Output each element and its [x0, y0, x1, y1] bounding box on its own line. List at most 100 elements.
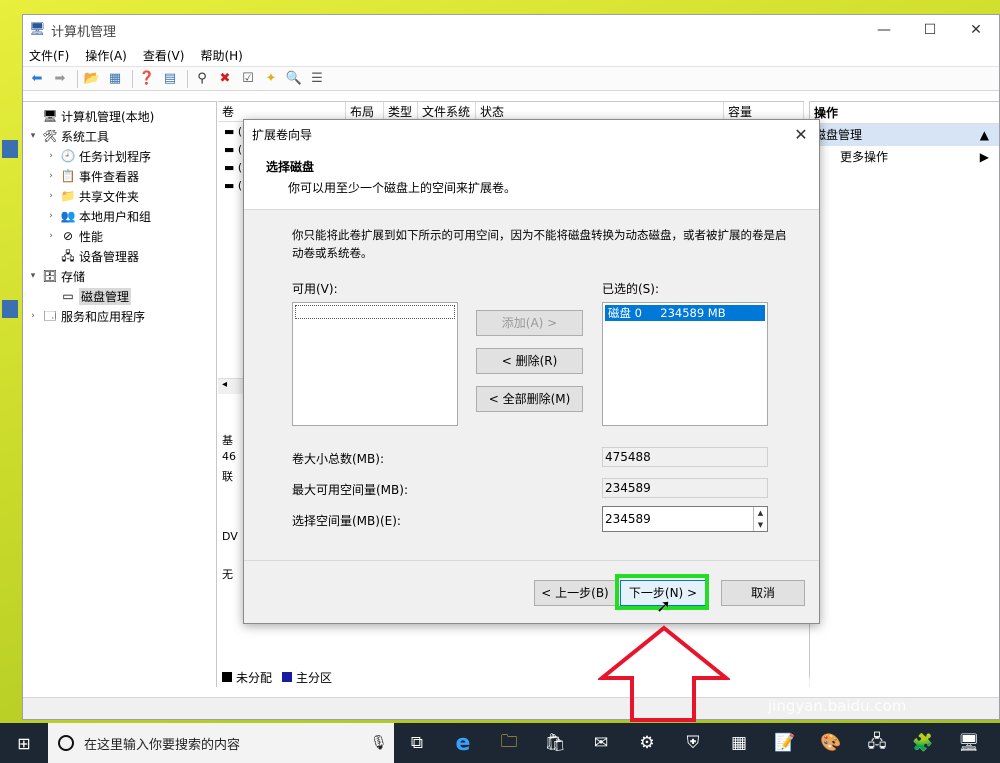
tree-node[interactable]: ▭ 磁盘管理	[23, 286, 216, 306]
available-label: 可用(V):	[292, 282, 338, 296]
window-title: 计算机管理	[51, 24, 117, 40]
menu-help[interactable]: 帮助(H)	[200, 47, 242, 64]
title-bar: 🖥 计算机管理 — ☐ ✕	[23, 15, 999, 45]
task-view-icon[interactable]: ⧉	[394, 723, 440, 763]
connect-icon[interactable]: ⚲	[192, 69, 212, 89]
tree-node[interactable]: › 🗔 服务和应用程序	[23, 306, 216, 326]
chevron-right-icon[interactable]: ›	[45, 231, 57, 241]
cancel-button[interactable]: 取消	[721, 580, 805, 606]
selected-disks-list[interactable]: 磁盘 0 234589 MB	[602, 302, 768, 426]
tree-node[interactable]: 🖧 设备管理器	[23, 246, 216, 266]
calculator-icon[interactable]: ▦	[716, 723, 762, 763]
step-heading: 选择磁盘	[266, 160, 315, 174]
mail-icon[interactable]: ✉	[578, 723, 624, 763]
extend-volume-wizard: 扩展卷向导 ✕ 选择磁盘 你可以用至少一个磁盘上的空间来扩展卷。 你只能将此卷扩…	[243, 119, 820, 624]
check-icon[interactable]: ☑	[238, 69, 258, 89]
remove-all-button[interactable]: < 全部删除(M)	[476, 386, 583, 412]
show-hide-tree-icon[interactable]: ▦	[105, 69, 125, 89]
toolbar: ⬅ ➡ 📂 ▦ ❓ ▤ ⚲ ✖ ☑ ✦ 🔍 ☰	[23, 67, 999, 91]
device-manager-icon: 🖧	[61, 249, 75, 263]
description-text: 你只能将此卷扩展到如下所示的可用空间，因为不能将磁盘转换为动态磁盘，或者被扩展的…	[292, 228, 787, 260]
tree-node[interactable]: › 📋 事件查看器	[23, 166, 216, 186]
tree-node-label: 性能	[79, 229, 104, 244]
paint-icon[interactable]: 🎨	[808, 723, 854, 763]
maximize-button[interactable]: ☐	[907, 15, 953, 45]
computer-management-taskbar-icon[interactable]: 🖥	[946, 723, 992, 763]
scroll-left-icon[interactable]: ◂	[222, 379, 227, 390]
drive-icon: ▬	[224, 178, 238, 192]
spin-up-icon[interactable]: ▲	[753, 507, 767, 519]
windows-start-icon[interactable]: ⊞	[0, 723, 48, 763]
forward-arrow-icon[interactable]: ➡	[50, 69, 70, 89]
drive-icon: ▬	[224, 124, 238, 138]
file-explorer-icon[interactable]: 🗀	[486, 723, 532, 763]
minimize-button[interactable]: —	[861, 15, 907, 45]
chevron-down-icon[interactable]: ▾	[27, 271, 39, 281]
settings-gear-icon[interactable]: ⚙	[624, 723, 670, 763]
chevron-right-icon[interactable]: ›	[45, 171, 57, 181]
search-icon[interactable]: 🔍	[284, 69, 304, 89]
up-folder-icon[interactable]: 📂	[82, 69, 102, 89]
disk-size-label: 46	[222, 450, 236, 463]
tree-node[interactable]: › 🕘 任务计划程序	[23, 146, 216, 166]
actions-section-disk-management[interactable]: 磁盘管理 ▲	[810, 124, 999, 146]
dialog-footer: < 上一步(B) 下一步(N) > 取消	[244, 560, 819, 623]
menu-file[interactable]: 文件(F)	[29, 47, 69, 64]
available-disks-list[interactable]	[292, 302, 458, 426]
select-space-label: 选择空间量(MB)(E):	[292, 514, 401, 528]
chevron-right-icon[interactable]: ›	[45, 211, 57, 221]
app-icon[interactable]: 🧩	[900, 723, 946, 763]
back-arrow-icon[interactable]: ⬅	[27, 69, 47, 89]
select-space-stepper[interactable]: 234589 ▲ ▼	[602, 506, 768, 532]
back-button[interactable]: < 上一步(B)	[534, 580, 616, 606]
tree-node[interactable]: › 📁 共享文件夹	[23, 186, 216, 206]
close-button[interactable]: ✕	[953, 15, 999, 45]
legend-unallocated: 未分配	[236, 670, 273, 685]
legend-primary: 主分区	[296, 670, 333, 685]
tree-node[interactable]: › 👥 本地用户和组	[23, 206, 216, 226]
taskbar-search[interactable]: 在这里输入你要搜索的内容 🎙	[48, 723, 394, 763]
remove-button[interactable]: < 删除(R)	[476, 348, 583, 374]
dialog-close-icon[interactable]: ✕	[783, 125, 819, 144]
microphone-icon[interactable]: 🎙	[370, 735, 394, 751]
menu-bar: 文件(F) 操作(A) 查看(V) 帮助(H)	[23, 45, 999, 67]
security-shield-icon[interactable]: ⛨	[670, 723, 716, 763]
chevron-right-icon[interactable]: ›	[45, 191, 57, 201]
tree-node[interactable]: 🖥 计算机管理(本地)	[23, 106, 216, 126]
tree-node-label: 事件查看器	[79, 169, 140, 184]
new-icon[interactable]: ✦	[261, 69, 281, 89]
chevron-right-icon[interactable]: ›	[45, 151, 57, 161]
tree-node[interactable]: › ⊘ 性能	[23, 226, 216, 246]
edge-browser-icon[interactable]: e	[440, 723, 486, 763]
desktop-shortcut-icon[interactable]	[2, 140, 18, 158]
add-button[interactable]: 添加(A) >	[476, 310, 583, 336]
red-up-arrow-icon	[598, 625, 730, 722]
mouse-cursor-icon: ➚	[656, 596, 672, 617]
tree-node-label: 磁盘管理	[79, 287, 132, 305]
tree-node-label: 系统工具	[61, 129, 110, 144]
desktop-edge	[0, 0, 24, 720]
desktop-shortcut-icon[interactable]	[2, 300, 18, 318]
selected-disk-item[interactable]: 磁盘 0 234589 MB	[605, 305, 765, 321]
more-actions-item[interactable]: 更多操作 ▶	[810, 146, 999, 168]
spin-down-icon[interactable]: ▼	[753, 519, 767, 531]
tree-node-label: 共享文件夹	[79, 189, 140, 204]
delete-icon[interactable]: ✖	[215, 69, 235, 89]
menu-view[interactable]: 查看(V)	[143, 47, 185, 64]
unallocated-swatch	[222, 672, 232, 682]
properties-icon[interactable]: ▤	[160, 69, 180, 89]
chevron-right-icon[interactable]: ›	[27, 311, 39, 321]
chevron-down-icon[interactable]: ▾	[27, 131, 39, 141]
tree-node[interactable]: ▾ 🗄 存储	[23, 266, 216, 286]
list-icon[interactable]: ☰	[307, 69, 327, 89]
network-icon[interactable]: 🖧	[854, 723, 900, 763]
menu-action[interactable]: 操作(A)	[85, 47, 127, 64]
store-icon[interactable]: 🛍	[532, 723, 578, 763]
help-icon[interactable]: ❓	[137, 69, 157, 89]
notepad-icon[interactable]: 📝	[762, 723, 808, 763]
tree-node[interactable]: ▾ 🛠 系统工具	[23, 126, 216, 146]
tree-node-label: 任务计划程序	[79, 149, 152, 164]
actions-pane: 操作 磁盘管理 ▲ 更多操作 ▶	[809, 101, 999, 687]
dialog-body: 你只能将此卷扩展到如下所示的可用空间，因为不能将磁盘转换为动态磁盘，或者被扩展的…	[244, 210, 819, 560]
computer-management-icon: 🖥	[29, 22, 46, 37]
